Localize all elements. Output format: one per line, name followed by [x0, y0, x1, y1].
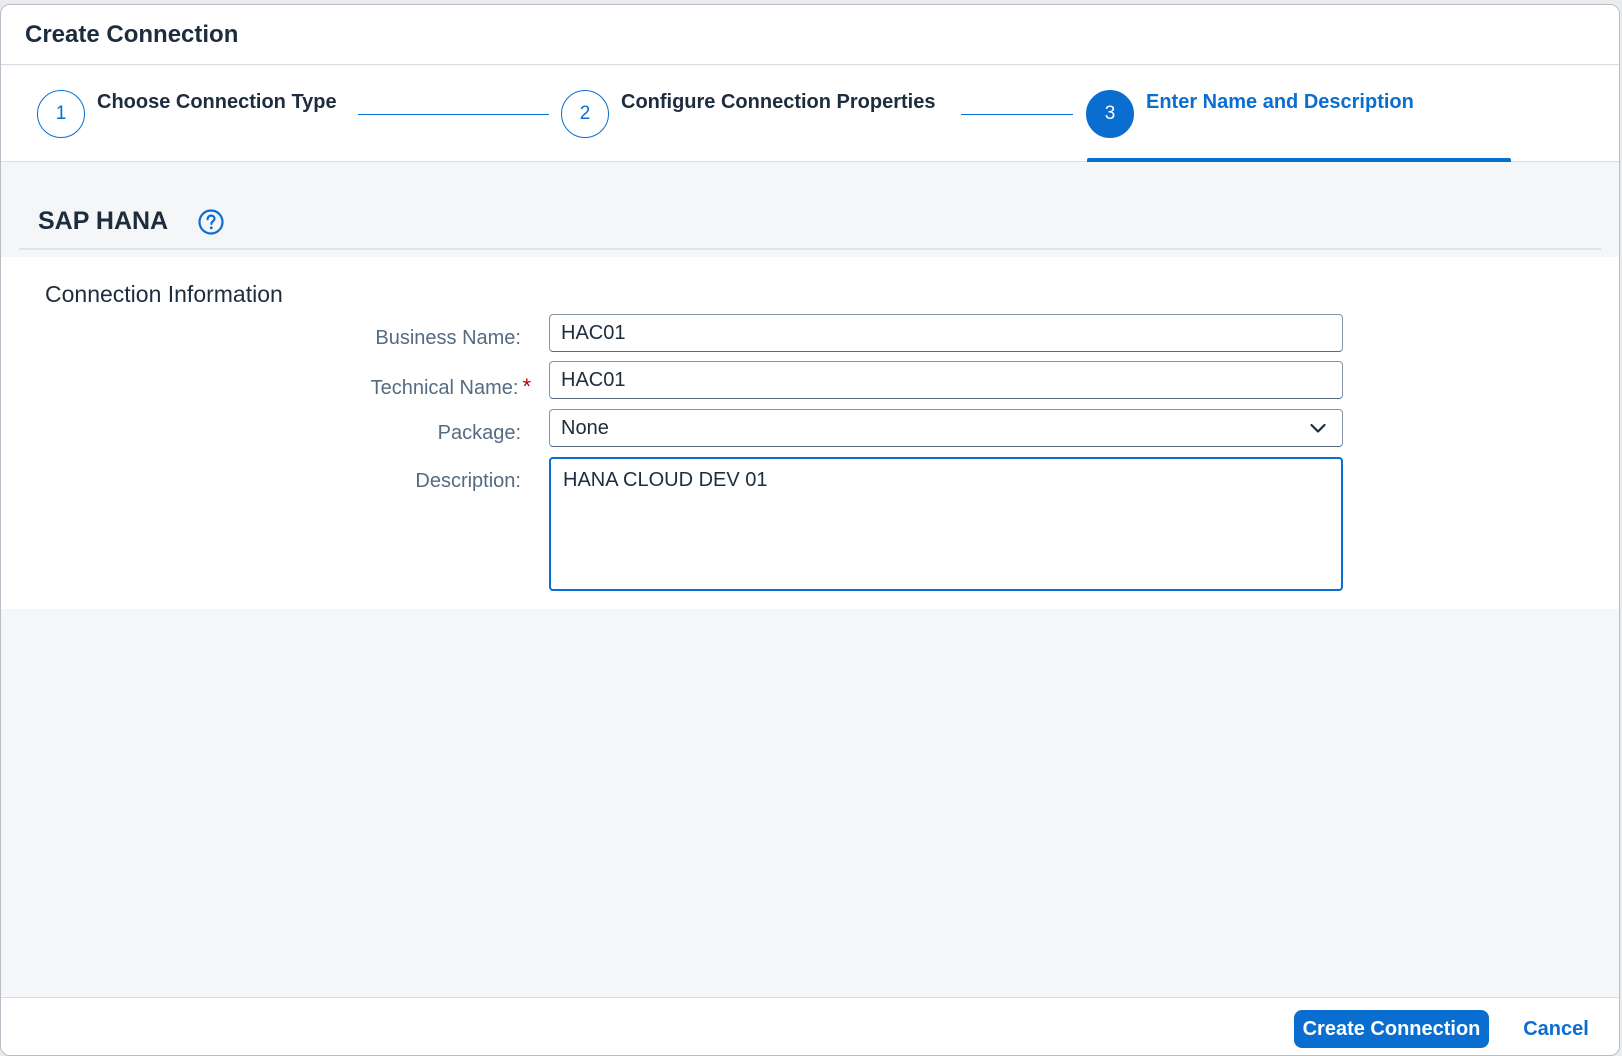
create-connection-dialog: Create Connection 1 Choose Connection Ty…	[0, 4, 1620, 1056]
section-header: SAP HANA	[19, 195, 1601, 250]
help-circle-icon[interactable]	[197, 208, 225, 236]
chevron-down-icon[interactable]	[1308, 418, 1328, 438]
step-number-2: 2	[561, 90, 609, 138]
step-connector-2	[961, 114, 1073, 115]
form-heading: Connection Information	[45, 281, 283, 307]
package-label: Package:	[437, 422, 521, 444]
package-select[interactable]: None	[549, 409, 1343, 447]
package-select-value: None	[561, 416, 609, 439]
description-textarea[interactable]: HANA CLOUD DEV 01	[549, 457, 1343, 591]
cancel-button[interactable]: Cancel	[1508, 1010, 1604, 1048]
step-label-1: Choose Connection Type	[97, 91, 337, 113]
business-name-input[interactable]: HAC01	[549, 314, 1343, 352]
dialog-header: Create Connection	[1, 5, 1619, 65]
connection-information-form: Connection Information Business Name: HA…	[1, 257, 1619, 609]
technical-name-label: Technical Name: *	[371, 374, 531, 400]
step-number-3: 3	[1086, 90, 1134, 138]
required-indicator: *	[522, 374, 531, 399]
step-label-3: Enter Name and Description	[1146, 91, 1414, 113]
wizard-step-3[interactable]: 3 Enter Name and Description	[1086, 66, 1506, 162]
description-label: Description:	[415, 470, 521, 492]
business-name-label: Business Name:	[375, 327, 521, 349]
step-number-1: 1	[37, 90, 85, 138]
wizard-progress-bar: 1 Choose Connection Type 2 Configure Con…	[1, 66, 1619, 162]
dialog-footer: Create Connection Cancel	[1, 997, 1619, 1055]
technical-name-input[interactable]: HAC01	[549, 361, 1343, 399]
active-step-indicator	[1087, 158, 1511, 162]
dialog-title: Create Connection	[25, 21, 239, 48]
create-connection-button[interactable]: Create Connection	[1294, 1010, 1489, 1048]
section-title: SAP HANA	[38, 207, 169, 235]
step-label-2: Configure Connection Properties	[621, 91, 936, 113]
step-connector-1	[358, 114, 549, 115]
technical-name-label-text: Technical Name:	[370, 377, 519, 399]
